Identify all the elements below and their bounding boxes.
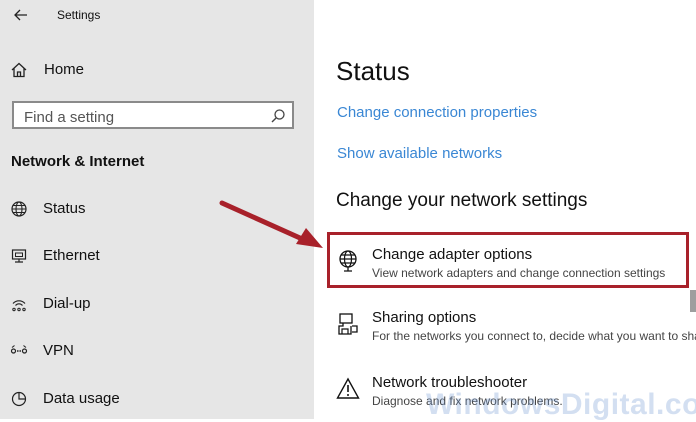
search-icon[interactable] <box>270 108 286 124</box>
sidebar: Settings Home Network & Internet Status … <box>0 0 314 419</box>
page-title: Status <box>336 56 410 86</box>
dialup-icon <box>12 300 26 312</box>
setting-description: View network adapters and change connect… <box>372 266 666 280</box>
globe-icon <box>11 201 27 217</box>
sidebar-item-status[interactable]: Status <box>0 194 314 224</box>
sidebar-item-label: Data usage <box>43 390 120 407</box>
sidebar-item-home[interactable]: Home <box>0 56 314 86</box>
search-box[interactable] <box>12 101 294 129</box>
sharing-options-item[interactable]: Sharing options For the networks you con… <box>336 308 696 352</box>
adapter-icon <box>339 250 357 272</box>
home-label: Home <box>44 61 85 78</box>
sidebar-item-label: Status <box>43 200 86 217</box>
change-connection-properties-link[interactable]: Change connection properties <box>337 104 537 121</box>
back-arrow-icon <box>14 9 27 21</box>
setting-title: Change adapter options <box>372 246 533 263</box>
setting-description: Diagnose and fix network problems. <box>372 394 563 408</box>
sidebar-item-label: Dial-up <box>43 295 91 312</box>
sidebar-item-label: VPN <box>43 342 74 359</box>
home-icon <box>11 62 27 78</box>
sidebar-item-vpn[interactable]: VPN <box>0 336 314 366</box>
sidebar-item-label: Ethernet <box>43 247 100 264</box>
section-title: Change your network settings <box>336 190 588 211</box>
window-title: Settings <box>57 8 101 22</box>
section-header: Network & Internet <box>11 153 145 170</box>
sidebar-item-dial-up[interactable]: Dial-up <box>0 289 314 319</box>
back-button[interactable] <box>10 4 32 26</box>
setting-title: Sharing options <box>372 309 477 326</box>
ethernet-icon <box>11 249 27 263</box>
data-usage-icon <box>11 391 27 407</box>
setting-title: Network troubleshooter <box>372 374 528 391</box>
scrollbar-thumb[interactable] <box>690 290 696 312</box>
sharing-icon <box>338 313 358 335</box>
sidebar-item-ethernet[interactable]: Ethernet <box>0 241 314 271</box>
search-input[interactable] <box>22 106 266 128</box>
sidebar-item-data-usage[interactable]: Data usage <box>0 384 314 414</box>
network-troubleshooter-item[interactable]: Network troubleshooter Diagnose and fix … <box>336 373 696 417</box>
warning-icon <box>336 377 360 399</box>
vpn-icon <box>10 345 28 354</box>
change-adapter-options-item[interactable]: Change adapter options View network adap… <box>336 245 696 289</box>
show-available-networks-link[interactable]: Show available networks <box>337 145 502 162</box>
setting-description: For the networks you connect to, decide … <box>372 329 696 343</box>
